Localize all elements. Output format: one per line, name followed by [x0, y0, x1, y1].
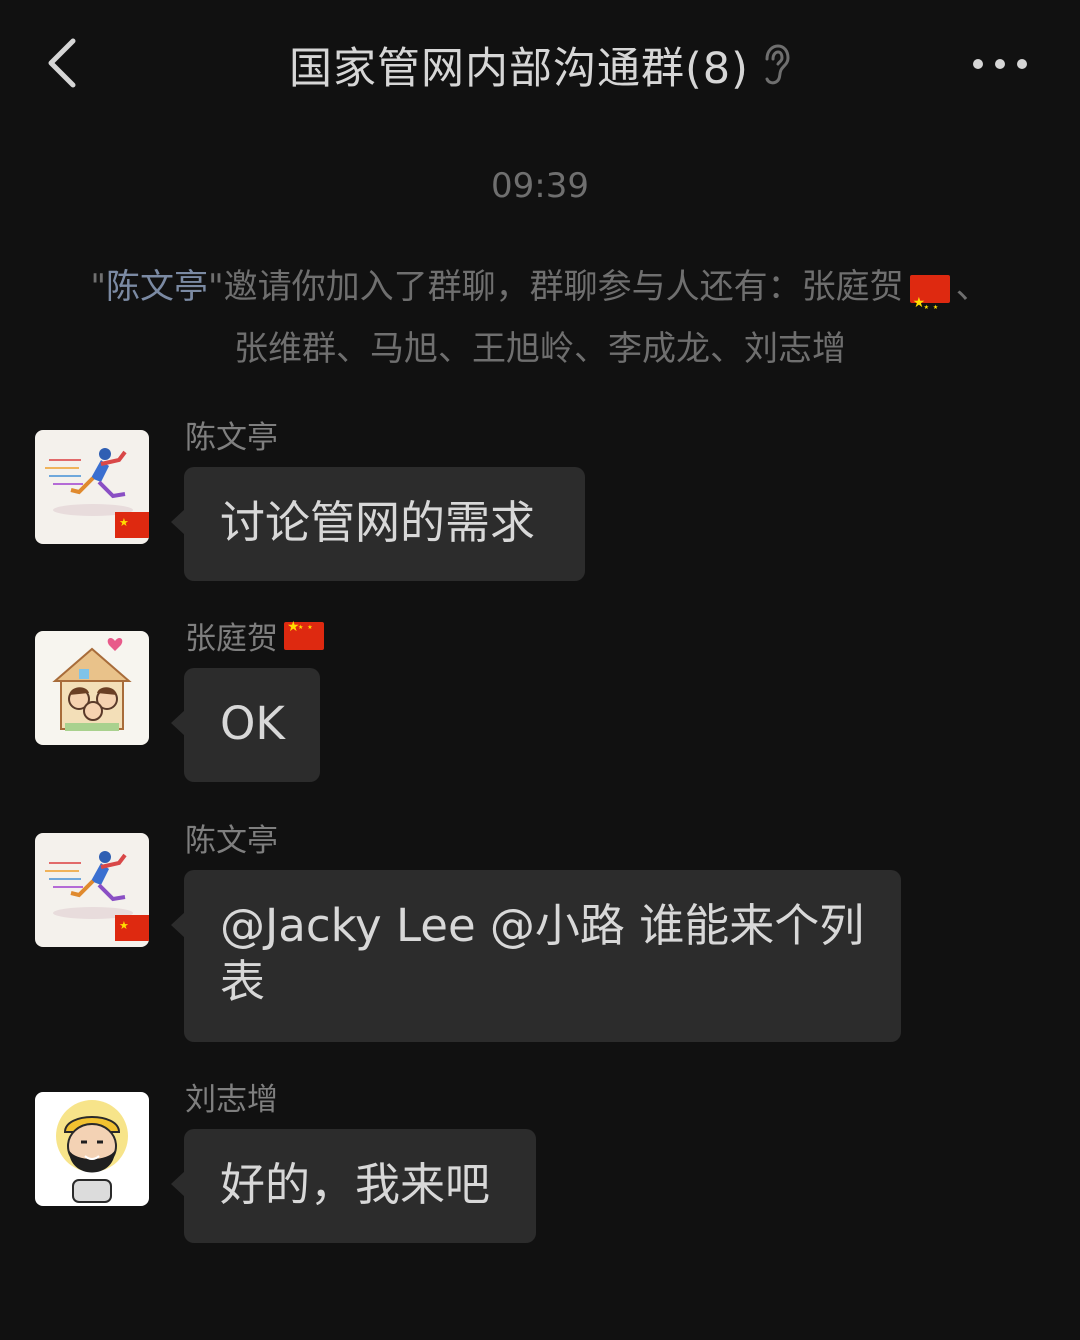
chat-title-bar: 国家管网内部沟通群(8)	[140, 30, 940, 100]
chat-title: 国家管网内部沟通群(8)	[289, 44, 749, 94]
message-text: 好的，我来吧	[220, 1158, 491, 1211]
message-text: OK	[220, 697, 285, 750]
china-flag-icon	[909, 272, 950, 339]
message-bubble[interactable]: OK	[171, 668, 320, 782]
message-bubble[interactable]: @Jacky Lee @小路 谁能来个列表	[171, 870, 901, 1042]
message-timestamp: 09:39	[491, 166, 589, 206]
avatar-runner[interactable]: ★	[35, 833, 149, 947]
svg-text:★: ★	[119, 516, 129, 529]
more-button[interactable]	[960, 36, 1040, 92]
back-button[interactable]	[30, 30, 96, 96]
notice-text-before: 邀请你加入了群聊，群聊参与人还有：张庭贺	[223, 267, 904, 307]
sender-name: 陈文亭	[185, 823, 278, 859]
sender-name-text: 张庭贺	[185, 621, 278, 657]
message-text: 讨论管网的需求	[220, 496, 536, 549]
system-notice: "陈文亭"邀请你加入了群聊，群聊参与人还有：张庭贺、张维群、马旭、王旭岭、李成龙…	[80, 256, 1000, 380]
avatar-runner[interactable]: ★	[35, 430, 149, 544]
chevron-left-icon	[48, 38, 76, 88]
message-bubble[interactable]: 好的，我来吧	[171, 1129, 536, 1243]
avatar-house-cartoon[interactable]	[35, 631, 149, 745]
svg-text:★: ★	[119, 919, 129, 932]
message-text: @Jacky Lee @小路 谁能来个列表	[220, 899, 865, 1008]
notice-quote-open: "	[90, 267, 106, 307]
ear-icon	[761, 43, 791, 87]
china-flag-icon	[284, 619, 324, 650]
more-dots-icon	[973, 59, 1027, 69]
sender-name: 张庭贺	[185, 613, 330, 658]
notice-quote-close: "	[208, 267, 224, 307]
inviter-name[interactable]: 陈文亭	[106, 267, 208, 307]
chat-screen: 国家管网内部沟通群(8) 09:39 "陈文亭"邀请你加入了群聊，群聊参与人还有…	[0, 0, 1080, 1340]
avatar-monk-cartoon[interactable]	[35, 1092, 149, 1206]
message-bubble[interactable]: 讨论管网的需求	[171, 467, 585, 581]
sender-name: 陈文亭	[185, 420, 278, 456]
sender-name: 刘志增	[185, 1082, 278, 1118]
